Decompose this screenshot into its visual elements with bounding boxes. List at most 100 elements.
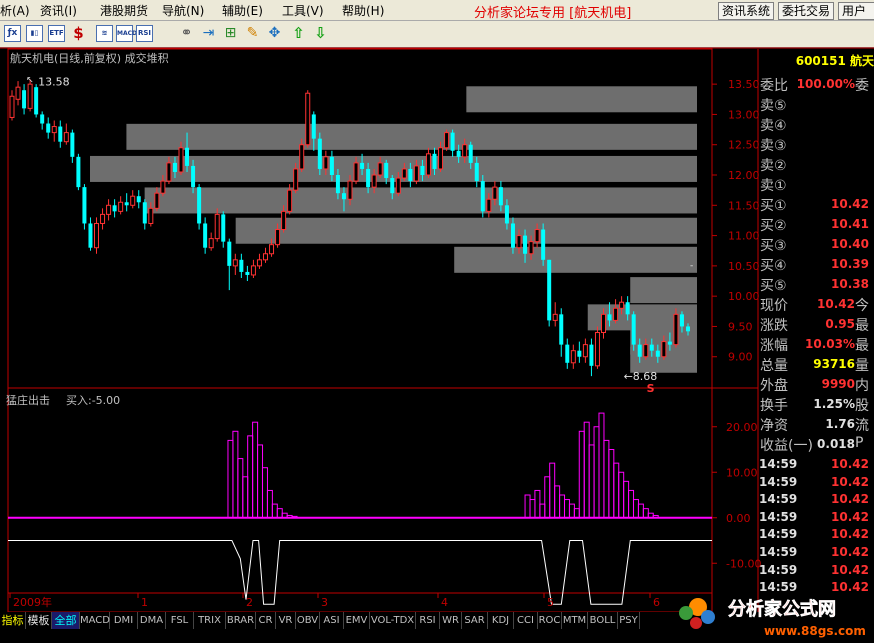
- tab-指标[interactable]: 指标: [0, 612, 26, 629]
- quote-label: 卖①: [760, 178, 787, 194]
- tab-dmi[interactable]: DMI: [110, 612, 138, 629]
- candle-body: [197, 187, 202, 224]
- indicator-bar: [588, 444, 595, 519]
- candle-body: [256, 259, 262, 267]
- quote-row: 外盘 9990 内: [758, 374, 874, 394]
- tab-sar[interactable]: SAR: [462, 612, 488, 629]
- indicator-bar: [618, 471, 625, 519]
- month-label: 1: [141, 596, 148, 609]
- candle-body: [299, 144, 305, 170]
- tab-emv[interactable]: EMV: [344, 612, 370, 629]
- indicator-bar: [613, 462, 620, 519]
- candle-body: [613, 307, 619, 321]
- quote-label: 买②: [760, 218, 787, 234]
- month-label: 3: [321, 596, 328, 609]
- quote-value: 1.76: [825, 417, 855, 431]
- indicator-bar: [524, 494, 531, 519]
- high-price-label: 13.58: [38, 75, 70, 88]
- tab-rsi[interactable]: RSI: [416, 612, 440, 629]
- indicator-bar: [286, 514, 293, 519]
- candle-body: [655, 350, 660, 357]
- quote-label: 收益(一): [760, 438, 813, 454]
- candle-body: [547, 259, 552, 321]
- quote-label-2: 内: [855, 378, 869, 394]
- month-label: 2009年: [13, 595, 52, 609]
- candle-body: [178, 147, 184, 173]
- candle-body: [456, 150, 461, 157]
- quote-row: 现价 10.42 今: [758, 294, 874, 314]
- quote-value: 10.03%: [805, 337, 855, 351]
- quote-row: 卖③: [758, 134, 874, 154]
- candle-body: [619, 301, 625, 309]
- tick-time: 14:59: [759, 457, 798, 471]
- candle-body: [504, 205, 509, 224]
- quote-label-2: 委: [855, 78, 869, 94]
- price-tick-label: 10.50: [728, 260, 760, 273]
- tab-asi[interactable]: ASI: [320, 612, 344, 629]
- candle-body: [686, 326, 690, 332]
- quote-row: 总量 93716 量: [758, 354, 874, 374]
- tab-macd[interactable]: MACD: [80, 612, 110, 629]
- quote-row: 收益(一) 0.018 P: [758, 434, 874, 454]
- quote-label-2: 今: [855, 298, 869, 314]
- tick-price: 10.42: [831, 457, 869, 471]
- candle-body: [124, 202, 129, 206]
- indicator-bar: [559, 494, 566, 519]
- quote-label: 买④: [760, 258, 787, 274]
- indicator-name: 猛庄出击: [6, 394, 50, 407]
- price-tick-label: 9.00: [728, 351, 753, 364]
- stock-code: 600151 航天: [795, 54, 874, 68]
- candle-body: [353, 162, 359, 182]
- candle-body: [462, 144, 468, 158]
- tab-模板[interactable]: 模板: [26, 612, 52, 629]
- tab-fsl[interactable]: FSL: [166, 612, 194, 629]
- tab-brar[interactable]: BRAR: [226, 612, 256, 629]
- kline-chart[interactable]: 13.5013.0012.5012.0011.5011.0010.5010.00…: [0, 0, 874, 643]
- quote-row: 涨幅 10.03% 最: [758, 334, 874, 354]
- indicator-bar: [652, 514, 659, 519]
- tab-vr[interactable]: VR: [276, 612, 296, 629]
- candle-body: [667, 341, 672, 345]
- candle-body: [468, 144, 473, 163]
- candle-body: [661, 341, 667, 358]
- tab-wr[interactable]: WR: [440, 612, 462, 629]
- candle-body: [480, 181, 485, 212]
- candle-body: [577, 350, 582, 357]
- candle-body: [384, 162, 389, 179]
- price-tick-label: 12.50: [728, 139, 760, 152]
- tab-cci[interactable]: CCI: [514, 612, 538, 629]
- quote-row: 委比 100.00% 委: [758, 74, 874, 94]
- candle-body: [450, 132, 455, 151]
- tab-全部[interactable]: 全部: [52, 612, 80, 629]
- month-label: 4: [441, 596, 448, 609]
- tab-mtm[interactable]: MTM: [562, 612, 588, 629]
- candle-body: [510, 223, 515, 248]
- tab-roc[interactable]: ROC: [538, 612, 562, 629]
- quote-row: 净资 1.76 流: [758, 414, 874, 434]
- quote-row: 买① 10.42: [758, 194, 874, 214]
- quote-value: 10.40: [831, 237, 869, 251]
- quote-row: 卖①: [758, 174, 874, 194]
- indicator-bar: [628, 489, 635, 519]
- tab-kdj[interactable]: KDJ: [488, 612, 514, 629]
- price-tick-label: 11.00: [728, 230, 760, 243]
- high-arrow-icon: ↖: [26, 75, 34, 85]
- candle-body: [395, 177, 401, 194]
- candle-body: [40, 114, 45, 124]
- candle-body: [341, 193, 346, 200]
- tab-trix[interactable]: TRIX: [194, 612, 226, 629]
- tab-cr[interactable]: CR: [256, 612, 276, 629]
- candle-body: [275, 229, 281, 246]
- tab-dma[interactable]: DMA: [138, 612, 166, 629]
- candle-body: [413, 165, 419, 182]
- quote-value: 10.42: [817, 297, 855, 311]
- candle-body: [203, 223, 208, 248]
- tab-obv[interactable]: OBV: [296, 612, 320, 629]
- tab-psy[interactable]: PSY: [618, 612, 640, 629]
- indicator-bar: [261, 467, 268, 519]
- tab-boll[interactable]: BOLL: [588, 612, 618, 629]
- indicator-tabs: 指标 模板 全部 MACD DMI DMA FSL TRIX BRAR CR VR OBV ASI EMV…: [0, 612, 700, 630]
- candle-body: [245, 271, 250, 275]
- tab-vol-tdx[interactable]: VOL-TDX: [370, 612, 416, 629]
- quote-label-2: 最: [855, 318, 869, 334]
